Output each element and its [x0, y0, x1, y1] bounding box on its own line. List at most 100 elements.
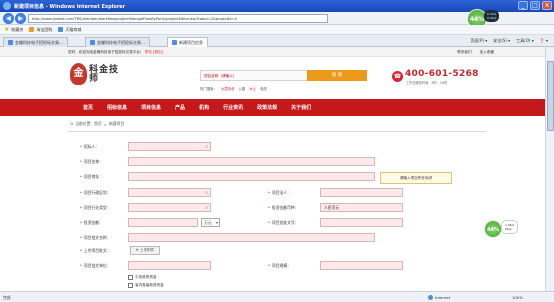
hotline-number: 400-601-5268 [405, 69, 479, 79]
search-icon: ⌕ [205, 190, 208, 196]
nav-policies[interactable]: 政策法规 [250, 104, 284, 111]
scrollbar-thumb[interactable] [547, 61, 554, 131]
tab-bar: 金蝶科技电子招投标交易... 金蝶科技电子招投标交易... 新建项目信息 页面(… [0, 35, 554, 47]
security-zone: Internet [428, 295, 450, 300]
funding-option[interactable]: 省内各级政府资金 [128, 283, 164, 288]
hotword-link[interactable]: 公路 [239, 86, 246, 91]
logo-text[interactable]: 科金技师 [89, 66, 119, 84]
help-menu[interactable]: ❓ ▾ [540, 38, 548, 44]
status-text: 完成 [3, 295, 11, 300]
currency-select[interactable]: 人民币元 [320, 203, 403, 212]
logo-seal[interactable]: 金 [70, 63, 87, 85]
nav-home[interactable]: 首页 [76, 104, 100, 111]
contact-us-link[interactable]: 联系我们 [457, 50, 471, 55]
user-logout-link[interactable]: 李佳 [退出] [145, 50, 163, 54]
favorite-site-icon [58, 27, 64, 32]
page-icon [8, 40, 13, 45]
home-icon: ⌂ [70, 121, 74, 127]
globe-icon [428, 295, 433, 300]
network-speed-widget[interactable]: 44% [484, 220, 502, 238]
nav-products[interactable]: 产品 [168, 104, 192, 111]
search-button[interactable]: 搜 索 [307, 70, 367, 81]
favorites-bar: ★ 收藏夹 淘宝团购 天猫商城 [0, 25, 554, 35]
favorites-button[interactable]: ★ 收藏夹 [4, 26, 23, 33]
page-icon [90, 40, 95, 45]
upload-approval-label: * 上传项目批文： [80, 248, 111, 253]
nav-project-info[interactable]: 项目信息 [134, 104, 168, 111]
network-speed-popup: 0.7K/s 0.2K/s [484, 10, 500, 22]
unit-select[interactable]: 万元 ▾ [201, 218, 220, 227]
search-input[interactable]: 项目名称（请输入） [204, 74, 236, 79]
url-input[interactable]: http://www.jinkeid.com/TRS/member/workfl… [28, 14, 328, 23]
investment-amount-label: * 投资金额： [80, 220, 103, 225]
scale-label: * 项目规模： [268, 263, 291, 268]
paperclip-icon: ⊕ [135, 248, 139, 252]
download-speed: 0K/s [505, 227, 512, 231]
phone-icon: ☎ [392, 71, 403, 82]
main-nav: 首页 招标信息 项目信息 产品 机构 行业资讯 政策法规 关于我们 [0, 99, 554, 116]
window-title: 新建项目信息 - Windows Internet Explorer [14, 3, 126, 10]
zoom-level[interactable]: 100% [512, 295, 523, 300]
currency-label: * 投资金额币种： [268, 205, 299, 210]
project-docs-input[interactable] [128, 233, 375, 242]
divider [68, 131, 486, 132]
funding-checkbox[interactable] [128, 283, 133, 288]
search-icon: ⌕ [205, 144, 208, 150]
legal-person-input[interactable] [320, 188, 403, 197]
close-button[interactable]: × [542, 1, 552, 10]
address-tip: 请输入项目所在地详 [380, 172, 452, 184]
funding-checkbox[interactable] [128, 275, 133, 280]
back-arrow-icon[interactable]: ◀ [3, 13, 14, 24]
site-header: 金 科金技师 项目名称（请输入） 搜 索 热门搜索： 大荔抢收 公路 水土 电改… [0, 57, 554, 99]
browser-tab[interactable]: 金蝶科技电子招投标交易... [3, 37, 68, 47]
download-speed: 0.2K/s [487, 16, 497, 20]
approval-number-label: * 项目批准文号： [268, 220, 299, 225]
project-name-label: * 项目名称： [80, 159, 103, 164]
nav-tender-info[interactable]: 招标信息 [100, 104, 134, 111]
applicant-select[interactable]: ⌕ [128, 142, 211, 151]
nav-industry-news[interactable]: 行业资讯 [216, 104, 250, 111]
add-favorite-link[interactable]: 加入收藏 [480, 50, 494, 55]
nav-agencies[interactable]: 机构 [192, 104, 216, 111]
project-address-input[interactable] [128, 172, 375, 181]
approval-unit-label: * 项目批文单位： [80, 263, 111, 268]
project-address-label: * 项目地址： [80, 174, 103, 179]
breadcrumb-home[interactable]: 当前位置：首页 [75, 121, 102, 127]
region-select[interactable]: ⌕ [128, 188, 211, 197]
network-speed-popup: 1.5K/s 0K/s [501, 220, 519, 234]
project-name-input[interactable] [128, 157, 375, 166]
site-topbar: 您好，欢迎光临金蝶科技电子招投标交易平台！ 李佳 [退出] 联系我们 加入收藏 [0, 47, 554, 57]
unit-value: 万元 [204, 220, 212, 225]
network-speed-percent: 44% [469, 16, 485, 23]
investment-amount-input[interactable] [128, 218, 198, 227]
star-icon: ★ [4, 26, 10, 33]
safety-menu[interactable]: 安全(S) ▾ [493, 38, 510, 44]
industry-select[interactable]: ⌕ [128, 203, 211, 212]
breadcrumb-current: 新建项目 [108, 121, 125, 126]
hotword-link[interactable]: 水土 [249, 86, 256, 91]
maximize-button[interactable]: □ [530, 1, 540, 10]
forward-arrow-icon[interactable]: ▶ [15, 13, 26, 24]
hotword-link[interactable]: 大荔抢收 [221, 86, 235, 91]
nav-about[interactable]: 关于我们 [284, 104, 318, 111]
search-icon: ⌕ [205, 205, 208, 211]
region-label: * 项目行政区划： [80, 190, 111, 195]
approval-number-input[interactable] [320, 218, 403, 227]
tools-menu[interactable]: 工具(O) ▾ [516, 38, 534, 44]
favorite-item[interactable]: 淘宝团购 [29, 27, 52, 33]
project-docs-label: * 项目批文名称： [80, 235, 111, 240]
currency-value: 人民币元 [324, 205, 340, 210]
favorite-item[interactable]: 天猫商城 [58, 27, 81, 33]
browser-tab-active[interactable]: 新建项目信息 [167, 37, 208, 47]
minimize-button[interactable]: _ [518, 1, 528, 10]
approval-unit-input[interactable] [128, 261, 211, 270]
funding-option[interactable]: 中央政府资金 [128, 275, 157, 280]
scale-input[interactable] [320, 261, 403, 270]
browser-tab[interactable]: 金蝶科技电子招投标交易... [85, 37, 150, 47]
page-icon [172, 40, 177, 45]
upload-attachment-button[interactable]: ⊕ 上传附件 [130, 246, 160, 255]
hotword-link[interactable]: 电改 [260, 86, 267, 91]
vertical-scrollbar[interactable] [545, 47, 554, 291]
chevron-down-icon: ▾ [215, 220, 218, 225]
page-menu[interactable]: 页面(P) ▾ [470, 38, 487, 44]
